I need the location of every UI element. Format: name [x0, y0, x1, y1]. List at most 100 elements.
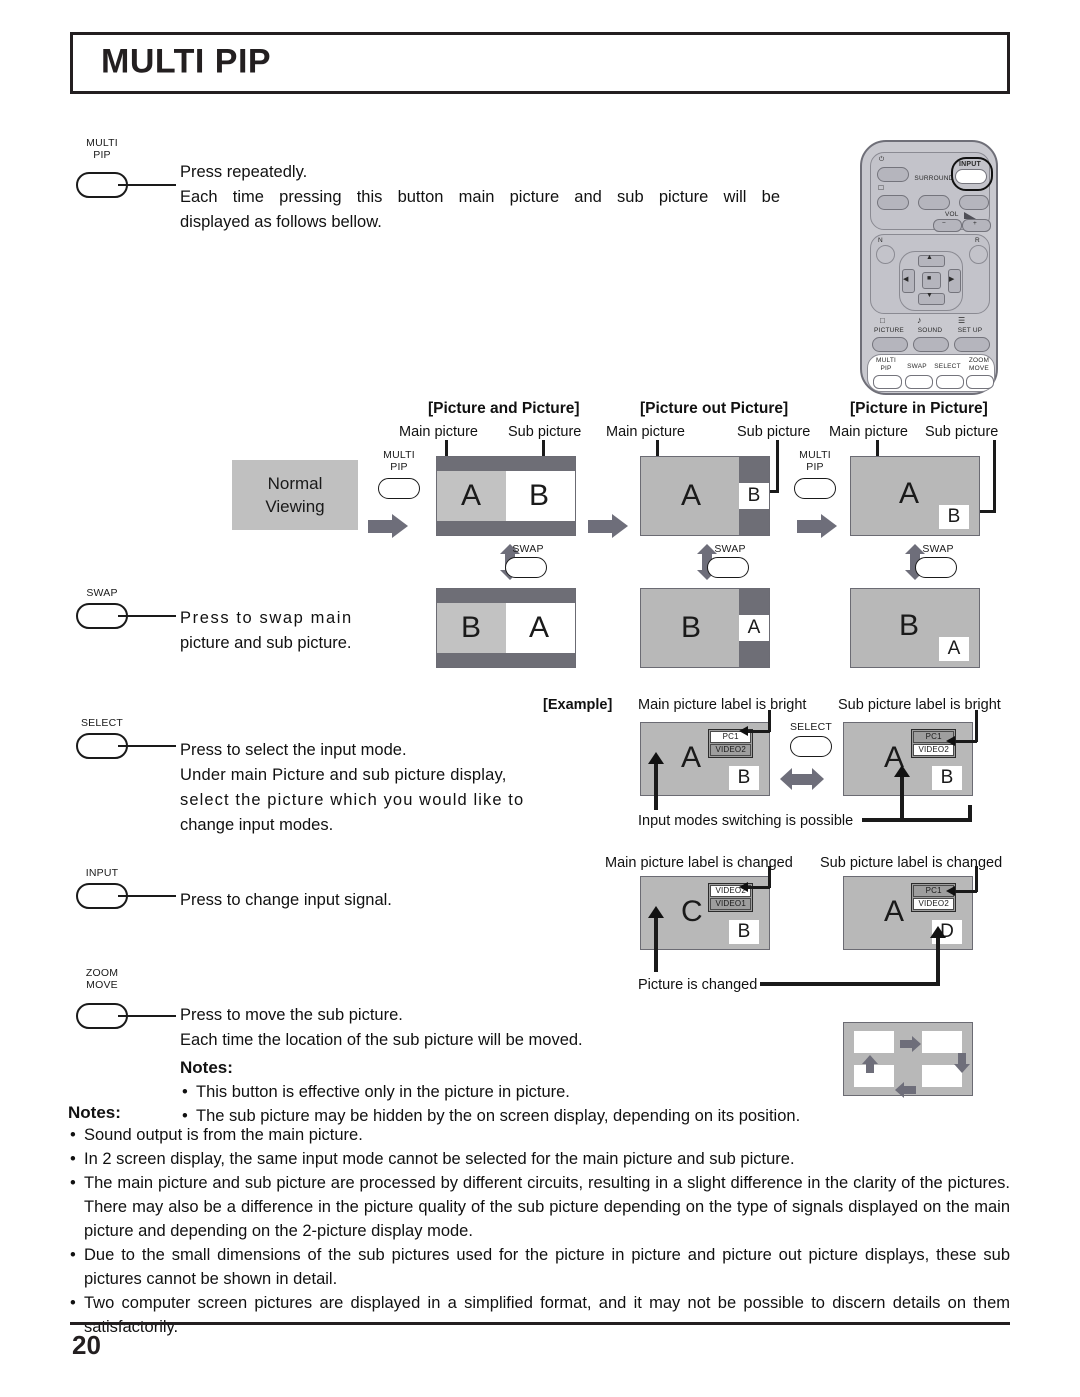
remote-select-button[interactable]	[936, 375, 964, 389]
remote-picture-label: PICTURE	[874, 327, 904, 334]
screen-pop-bottom: A B	[640, 588, 770, 668]
example-row1-bottom-caption: Input modes switching is possible	[638, 813, 854, 829]
swap-button-col2[interactable]	[707, 557, 749, 578]
select-leader-line	[118, 745, 176, 747]
example-r2-bottom-connector-v	[936, 936, 940, 984]
column-2-heading: [Picture out Picture]	[640, 400, 789, 417]
remote-zoommove-button[interactable]	[966, 375, 994, 389]
select-line-3: select the picture which you would like …	[180, 791, 525, 809]
example-screen-4-main-glyph: A	[884, 895, 905, 928]
remote-aux-button[interactable]	[959, 195, 989, 210]
example-select-button[interactable]	[790, 736, 832, 757]
screen-pop-b-main-glyph: B	[681, 611, 702, 644]
bottom-note-2: In 2 screen display, the same input mode…	[68, 1147, 1010, 1171]
zoommove-line-2: Each time the location of the sub pictur…	[180, 1031, 583, 1049]
zoommove-notes-heading: Notes:	[180, 1058, 233, 1077]
remote-power-button[interactable]	[877, 167, 909, 182]
example-r2-left-pointer-head	[739, 882, 748, 892]
swap-button-col1[interactable]	[505, 557, 547, 578]
submove-cell-top-left	[854, 1031, 894, 1053]
example-r1-right-pointer-head	[946, 736, 955, 746]
right-arrow-icon: ▶	[949, 276, 955, 283]
swap-button-col3[interactable]	[915, 557, 957, 578]
column-2-main-label: Main picture	[606, 424, 685, 440]
zoommove-leader-line	[118, 1015, 176, 1017]
example-row1-left-caption: Main picture label is bright	[638, 697, 807, 713]
swap-caption-col2: SWAP	[714, 543, 746, 555]
zoommove-caption-line2: MOVE	[86, 978, 118, 991]
remote-multipip-label-2: PIP	[880, 365, 892, 372]
example-screen-1-label-bottom: VIDEO2	[710, 744, 751, 756]
example-r2-right-pointer-v	[975, 866, 978, 892]
remote-input-button[interactable]	[955, 169, 987, 184]
input-button-caption: INPUT	[85, 867, 119, 879]
example-screen-3-label-bottom: VIDEO1	[710, 898, 751, 910]
submove-position-grid	[843, 1022, 973, 1098]
remote-pip-group: MULTI PIP SWAP SELECT ZOOM MOVE	[867, 354, 995, 392]
picture-mode-icon: □	[880, 316, 886, 325]
remote-swap-button[interactable]	[905, 375, 933, 389]
remote-input-label: INPUT	[959, 161, 981, 168]
remote-picture-button[interactable]	[872, 337, 908, 352]
page-number: 20	[72, 1330, 101, 1360]
example-r1-left-pointer-v	[768, 710, 771, 732]
example-r1-left-pointer-head	[739, 726, 748, 736]
example-screen-1-main-glyph: A	[681, 741, 702, 774]
multipip-caption-col1-line2: PIP	[390, 460, 408, 473]
down-arrow-icon: ▼	[926, 292, 934, 299]
zoommove-button-caption: ZOOM MOVE	[72, 967, 132, 992]
screen-pop-sub-box: B	[739, 483, 769, 509]
remote-swap-label: SWAP	[907, 363, 927, 370]
submove-cell-top-right	[922, 1031, 962, 1053]
select-line-1: Press to select the input mode.	[180, 741, 407, 759]
swap-caption-col3: SWAP	[922, 543, 954, 555]
example-screen-3-main-glyph: C	[681, 895, 703, 928]
swap-leader-line	[118, 615, 176, 617]
remote-surround-button[interactable]	[918, 195, 950, 210]
zoommove-caption-line1: ZOOM	[72, 967, 132, 980]
multipip-button-col2[interactable]	[794, 478, 836, 499]
screen-pop-top: B A	[640, 456, 770, 536]
remote-surround-label: SURROUND	[914, 175, 954, 182]
remote-enter-button[interactable]	[922, 272, 941, 289]
remote-setup-label: SET UP	[957, 327, 983, 334]
pointer-sub-3	[993, 440, 996, 512]
multipip-button-col1[interactable]	[378, 478, 420, 499]
remote-n-button[interactable]	[876, 245, 895, 264]
normal-viewing-line2: Viewing	[265, 497, 325, 516]
enter-icon: ■	[927, 275, 932, 282]
remote-sound-button[interactable]	[913, 337, 949, 352]
column-3-sub-label: Sub picture	[925, 424, 999, 440]
remote-r-label: R	[975, 237, 980, 244]
bottom-note-4: Due to the small dimensions of the sub p…	[68, 1243, 1010, 1291]
example-r2-up-arrow-head	[648, 906, 664, 918]
screen-pnp-b-sub-glyph: A	[529, 611, 550, 644]
example-r1-right-pointer-h	[955, 740, 977, 743]
setup-icon: ☰	[958, 316, 966, 325]
normal-viewing-box: Normal Viewing	[232, 460, 358, 530]
example-r1-bottom-connector-v2	[968, 805, 972, 821]
remote-control: ⏻ ☐ SURROUND INPUT VOL − + N R ▲ ▼ ◀ ▶ ■…	[860, 140, 998, 395]
swap-instructions: Press to swap main picture and sub pictu…	[180, 606, 410, 656]
remote-r-button[interactable]	[969, 245, 988, 264]
remote-setup-button[interactable]	[954, 337, 990, 352]
multipip-line-1: Press repeatedly.	[180, 163, 308, 181]
remote-multipip-button[interactable]	[873, 375, 902, 389]
screen-pnp-sub-glyph: B	[529, 479, 550, 512]
select-line-2: Under main Picture and sub picture displ…	[180, 766, 507, 784]
bottom-notes-heading: Notes:	[68, 1103, 121, 1122]
normal-viewing-line1: Normal	[267, 474, 323, 493]
remote-source-button[interactable]	[877, 195, 909, 210]
column-3-main-label: Main picture	[829, 424, 908, 440]
bottom-note-3: The main picture and sub picture are pro…	[68, 1171, 1010, 1243]
remote-zoom-label-1: ZOOM	[968, 357, 990, 364]
volume-icon	[964, 212, 976, 219]
multipip-caption-line2: PIP	[93, 148, 111, 161]
example-r1-bottom-connector-h	[862, 818, 972, 822]
example-screen-2-sub-box: B	[932, 766, 962, 790]
page-title-box: MULTI PIP	[70, 32, 1010, 94]
column-1-heading: [Picture and Picture]	[428, 400, 580, 417]
swap-line-2: picture and sub picture.	[180, 634, 352, 652]
example-screen-sub-bright: A B PC1 VIDEO2	[843, 722, 973, 796]
remote-volume-down-button[interactable]	[933, 219, 962, 232]
